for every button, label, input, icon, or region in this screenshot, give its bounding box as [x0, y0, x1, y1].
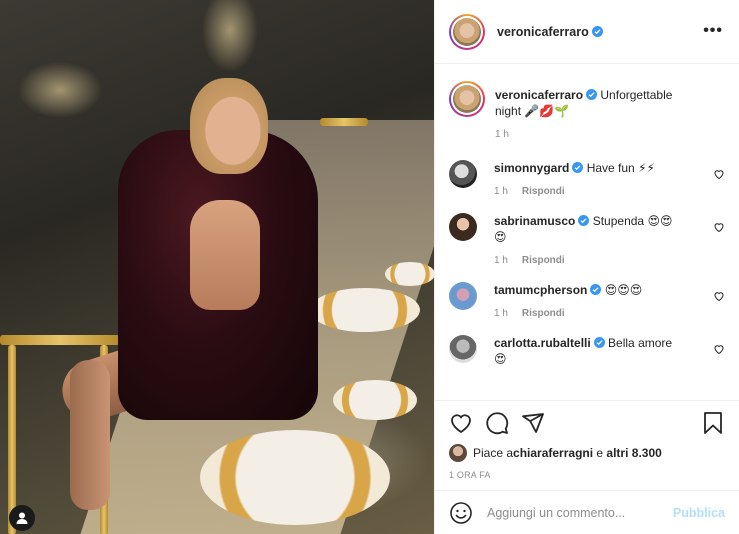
photo-chair	[320, 118, 368, 126]
caption: veronicaferraro Unforgettable night 🎤💋🌱 …	[449, 81, 725, 140]
photo-leg	[70, 360, 110, 510]
author-avatar[interactable]	[449, 13, 485, 50]
user-tag-icon[interactable]	[9, 505, 35, 531]
verified-icon	[586, 89, 598, 100]
verified-icon	[572, 162, 584, 173]
verified-icon	[593, 337, 605, 348]
author-username[interactable]: veronicaferraro	[497, 25, 589, 39]
caption-emojis: 🎤💋🌱	[524, 104, 570, 118]
share-icon[interactable]	[521, 411, 545, 435]
comment-avatar[interactable]	[449, 213, 477, 241]
caption-time: 1 h	[495, 129, 509, 140]
comment-username[interactable]: tamumcpherson	[494, 283, 587, 297]
comment-username[interactable]: carlotta.rubaltelli	[494, 336, 591, 350]
caption-avatar[interactable]	[449, 81, 485, 117]
verified-icon	[590, 284, 602, 295]
emoji-icon[interactable]	[449, 501, 473, 525]
photo-chair	[0, 335, 120, 345]
photo-person-torso	[190, 200, 260, 310]
comment-time: 1 h	[494, 308, 508, 319]
comment-username[interactable]: simonnygard	[494, 161, 569, 175]
verified-icon	[578, 215, 590, 226]
reply-button[interactable]: Rispondi	[522, 308, 565, 319]
comment-heart-icon[interactable]	[713, 221, 725, 233]
comment-icon[interactable]	[485, 411, 509, 435]
photo-person-head	[190, 78, 268, 174]
post-photo[interactable]	[0, 0, 434, 534]
comment-item: simonnygard Have fun ⚡⚡ 1 h Rispondi	[449, 160, 725, 197]
likes-prefix: Piace a	[473, 446, 514, 460]
post-actions: Piace a chiaraferragni e altri 8.300 1 O…	[435, 400, 739, 480]
post-side-panel: veronicaferraro ••• veronicaferraro Unfo…	[434, 0, 739, 534]
comment-emojis: 😍	[494, 352, 507, 366]
bookmark-icon[interactable]	[701, 411, 725, 435]
likes-summary: Piace a chiaraferragni e altri 8.300	[449, 444, 725, 462]
comments-list[interactable]: veronicaferraro Unforgettable night 🎤💋🌱 …	[435, 65, 739, 399]
comment-username[interactable]: sabrinamusco	[494, 214, 575, 228]
post-header: veronicaferraro •••	[435, 0, 739, 64]
comment-input[interactable]	[487, 505, 673, 520]
likes-avatar[interactable]	[449, 444, 467, 462]
post-timestamp[interactable]: 1 ORA FA	[449, 470, 725, 480]
add-comment-bar: Pubblica	[435, 490, 739, 534]
photo-plate	[310, 288, 420, 332]
comment-avatar[interactable]	[449, 282, 477, 310]
comment-text: Bella amore	[608, 336, 673, 350]
verified-icon	[591, 26, 603, 37]
comment-avatar[interactable]	[449, 160, 477, 188]
reply-button[interactable]: Rispondi	[522, 186, 565, 197]
likes-middle: e	[593, 446, 607, 460]
likes-others[interactable]: altri 8.300	[606, 446, 661, 460]
comment-emojis: ⚡⚡	[638, 161, 655, 175]
comment-text: Have fun	[586, 161, 635, 175]
comment-heart-icon[interactable]	[713, 290, 725, 302]
comment-avatar[interactable]	[449, 335, 477, 363]
comment-item: carlotta.rubaltelli Bella amore 😍	[449, 335, 725, 367]
comment-text: Stupenda	[592, 214, 645, 228]
publish-button[interactable]: Pubblica	[673, 506, 725, 520]
heart-icon[interactable]	[449, 411, 473, 435]
photo-plate	[333, 380, 417, 420]
photo-plate	[200, 430, 390, 525]
photo-plate	[385, 262, 434, 286]
comment-item: sabrinamusco Stupenda 😍😍😍 1 h Rispondi	[449, 213, 725, 266]
comment-time: 1 h	[494, 255, 508, 266]
reply-button[interactable]: Rispondi	[522, 255, 565, 266]
comment-heart-icon[interactable]	[713, 168, 725, 180]
comment-emojis: 😍😍😍	[604, 283, 643, 297]
likes-user[interactable]: chiaraferragni	[513, 446, 593, 460]
caption-username[interactable]: veronicaferraro	[495, 88, 583, 102]
comment-heart-icon[interactable]	[713, 343, 725, 355]
comment-item: tamumcpherson 😍😍😍 1 h Rispondi	[449, 282, 725, 319]
more-icon[interactable]: •••	[703, 22, 723, 40]
comment-time: 1 h	[494, 186, 508, 197]
